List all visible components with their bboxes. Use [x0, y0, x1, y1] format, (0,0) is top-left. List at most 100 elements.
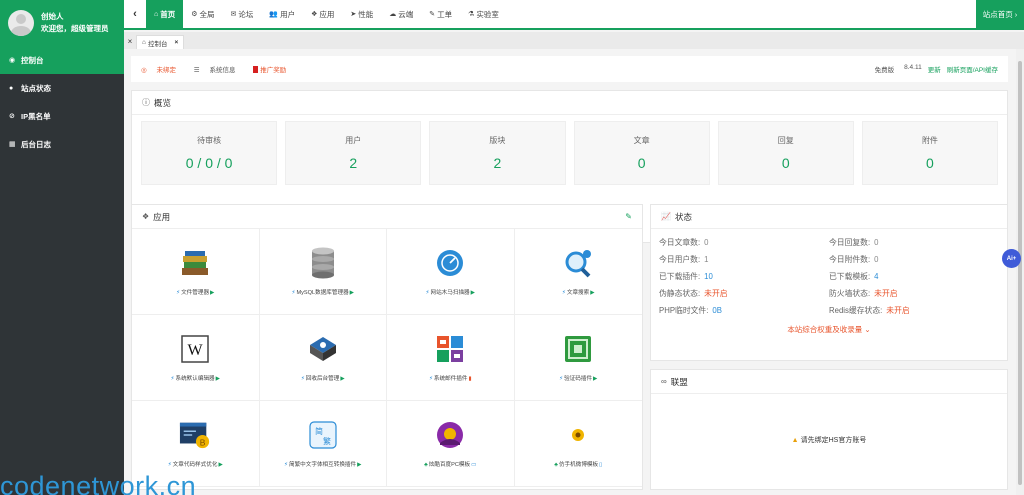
promo-link[interactable]: 推广奖励 — [253, 66, 294, 74]
nav-lab[interactable]: ⚗ 实验室 — [460, 0, 507, 28]
app-mail-plugin[interactable]: ⚡系统邮件插件▮ — [387, 315, 515, 401]
arrow-right-icon: ▶ — [340, 376, 345, 382]
app-default-editor[interactable]: W ⚡系统默认编辑器▶ — [132, 315, 260, 401]
edition-label: 免费版 — [874, 67, 895, 74]
nav-cloud[interactable]: ☁ 云端 — [381, 0, 421, 28]
nav-apps[interactable]: ❖ 应用 — [303, 0, 342, 28]
site-weight-link[interactable]: 本站综合权重及收录量 ⌄ — [651, 324, 1007, 335]
stat-pending[interactable]: 待审核 0 / 0 / 0 — [141, 121, 278, 185]
app-trojan-scanner[interactable]: ⚡网站木马扫描器▶ — [387, 229, 515, 315]
nav-global[interactable]: ⚙ 全局 — [183, 0, 222, 28]
app-mysql-manager[interactable]: ⚡MySQL数据库管理器▶ — [259, 229, 387, 315]
line-chart-icon: 📈 — [661, 212, 671, 221]
warning-icon: ▲ — [791, 436, 799, 444]
status-key: PHP临时文件: — [659, 306, 709, 315]
svg-text:繁: 繁 — [323, 436, 331, 446]
gift-icon — [253, 66, 259, 73]
app-baidu-pc-theme[interactable]: ♣炫酷百度PC模板▭ — [387, 401, 515, 487]
status-item: 今日回复数: 0 — [829, 237, 999, 248]
status-key: 伪静态状态: — [659, 289, 701, 298]
mail-plugin-icon — [434, 333, 466, 365]
app-captcha-plugin[interactable]: ⚡验证码插件▶ — [514, 315, 642, 401]
nav-performance[interactable]: ➤ 性能 — [342, 0, 381, 28]
cubes-icon: ❖ — [311, 11, 318, 18]
nav-home[interactable]: ⌂ 首页 — [146, 0, 184, 28]
status-key: 已下载插件: — [659, 272, 701, 281]
user-greeting: 欢迎您，超级管理员 — [41, 24, 109, 33]
database-icon — [307, 247, 339, 279]
app-article-search[interactable]: ⚡文章搜索▶ — [514, 229, 642, 315]
magnifier-icon — [562, 247, 594, 279]
calendar-icon: ▦ — [9, 141, 16, 148]
status-key: 今日回复数: — [829, 238, 871, 247]
app-recycle-admin[interactable]: ⚡回收后台管理▶ — [259, 315, 387, 401]
app-label: 网站木马扫描器 — [430, 290, 470, 296]
sidebar-item-site-status[interactable]: ● 站点状态 — [0, 74, 124, 102]
arrow-right-icon: ▶ — [218, 462, 223, 468]
info-bar: ◎ 未绑定 ☰ 系统信息 推广奖励 免费版 8.4.11 更新 刷新页面/API… — [131, 56, 1008, 82]
avatar[interactable] — [8, 10, 34, 36]
promo-label: 推广奖励 — [260, 67, 287, 74]
top-navbar: ‹ ⌂ 首页 ⚙ 全局 ✉ 论坛 👥 用户 ❖ 应用 ➤ 性能 ☁ 云端 ✎ 工单 ⚗ 实验室 站… — [124, 0, 1024, 30]
scrollbar-thumb[interactable] — [1018, 61, 1022, 485]
sidebar-item-label: IP黑名单 — [21, 111, 51, 121]
app-label: 仿手机微博模板 — [558, 462, 599, 468]
collapse-sidebar-icon[interactable]: ‹ — [124, 8, 146, 20]
system-info-link[interactable]: ☰ 系统信息 — [194, 67, 244, 74]
status-value: 0 — [874, 255, 879, 264]
app-label: 系统默认编辑器 — [175, 376, 215, 382]
app-label: 验证码插件 — [564, 376, 593, 382]
unbound-link[interactable]: ◎ 未绑定 — [141, 67, 184, 74]
status-key: 今日用户数: — [659, 255, 701, 264]
status-title: 状态 — [674, 211, 692, 222]
status-item: 今日文章数: 0 — [659, 237, 829, 248]
status-item: Redis缓存状态: 未开启 — [829, 305, 999, 316]
app-chinese-converter[interactable]: 简繁 ⚡简繁中文字体相互转换插件▶ — [259, 401, 387, 487]
books-icon — [179, 247, 211, 279]
stat-attachments[interactable]: 附件 0 — [861, 121, 999, 185]
refresh-cache-link[interactable]: 刷新页面/API缓存 — [947, 64, 998, 74]
overview-title: 概览 — [154, 97, 172, 108]
status-key: 已下载模板: — [829, 272, 871, 281]
app-label: 系统邮件插件 — [433, 376, 468, 382]
nav-tickets[interactable]: ✎ 工单 — [421, 0, 460, 28]
stat-boards[interactable]: 版块 2 — [429, 121, 566, 185]
wrench-icon: ✎ — [429, 11, 436, 18]
scrollbar[interactable] — [1016, 49, 1024, 495]
nav-label: 云端 — [398, 9, 414, 19]
nav-forum[interactable]: ✉ 论坛 — [223, 0, 262, 28]
sidebar-item-dashboard[interactable]: ◉ 控制台 — [0, 46, 124, 74]
app-label: 简繁中文字体相互转换插件 — [288, 462, 357, 468]
stat-users[interactable]: 用户 2 — [285, 121, 422, 185]
sidebar-item-label: 控制台 — [21, 55, 44, 65]
app-mobile-weibo-theme[interactable]: ♣仿手机微博模板▯ — [514, 401, 642, 487]
stat-replies[interactable]: 回复 0 — [717, 121, 854, 185]
tab-dashboard[interactable]: ⌂ 控制台 × — [136, 35, 185, 49]
home-icon: ⌂ — [142, 39, 146, 46]
status-item: 防火墙状态: 未开启 — [829, 288, 999, 299]
stat-value: 0 — [637, 155, 646, 171]
captcha-icon — [562, 333, 594, 365]
close-all-tabs-icon[interactable]: × — [124, 35, 136, 49]
status-value: 0 — [874, 238, 879, 247]
status-value: 未开启 — [874, 289, 898, 298]
app-file-manager[interactable]: ⚡文件管理器▶ — [132, 229, 260, 315]
status-panel: 📈 状态 今日文章数: 0 今日回复数: 0 今日用户数: 1 今日附件数: 0 已下载插件: 10… — [650, 204, 1008, 361]
nav-users[interactable]: 👥 用户 — [261, 0, 303, 28]
status-value: 10 — [704, 272, 713, 281]
sidebar-item-admin-log[interactable]: ▦ 后台日志 — [0, 130, 124, 158]
arrow-right-icon: ▶ — [593, 376, 598, 382]
sidebar-item-ip-blacklist[interactable]: ⊘ IP黑名单 — [0, 102, 124, 130]
user-name: 创始人 — [41, 12, 64, 21]
stat-articles[interactable]: 文章 0 — [573, 121, 710, 185]
pencil-icon[interactable]: ✎ — [625, 212, 632, 221]
update-link[interactable]: 更新 — [928, 64, 941, 74]
site-home-button[interactable]: 站点首页 › — [976, 0, 1024, 28]
nav-label: 论坛 — [238, 9, 254, 19]
status-key: Redis缓存状态: — [829, 306, 883, 315]
close-tab-icon[interactable]: × — [174, 39, 178, 46]
ai-assistant-button[interactable]: Ai+ — [1002, 249, 1021, 268]
status-grid: 今日文章数: 0 今日回复数: 0 今日用户数: 1 今日附件数: 0 已下载插件: 10 已下载模… — [651, 229, 1007, 316]
alliance-title: 联盟 — [670, 376, 688, 387]
sidebar-item-label: 后台日志 — [21, 139, 51, 149]
